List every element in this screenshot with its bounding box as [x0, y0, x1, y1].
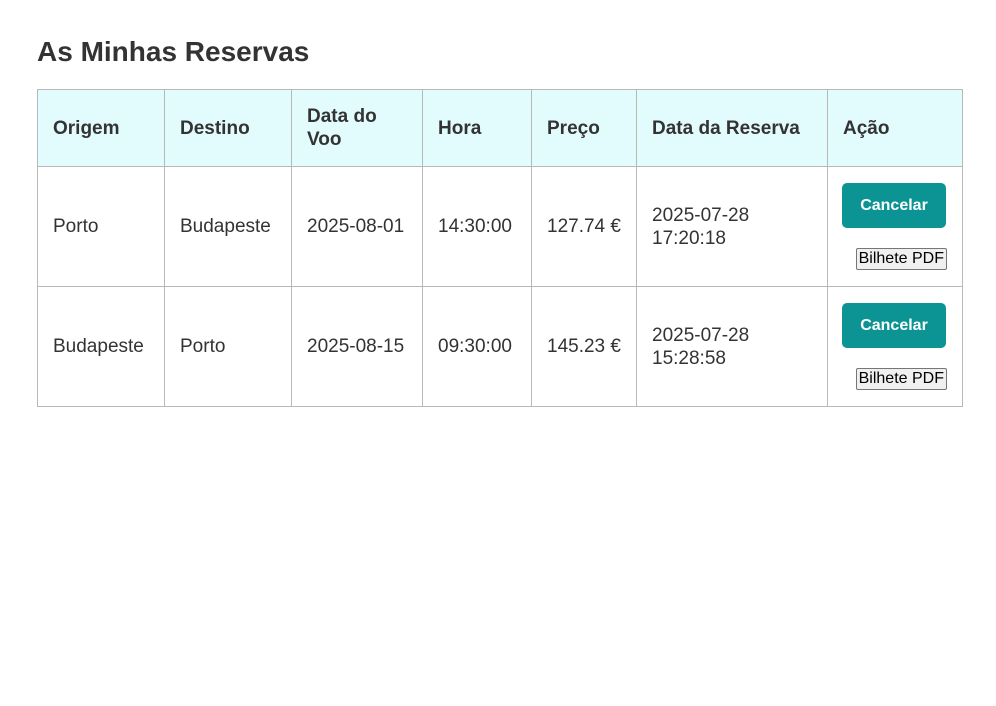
cell-data-voo: 2025-08-15: [291, 286, 423, 407]
table-body: Porto Budapeste 2025-08-01 14:30:00 127.…: [37, 166, 963, 407]
table-header: Origem Destino Data do Voo Hora Preço Da…: [37, 89, 963, 167]
column-header-origem: Origem: [37, 89, 165, 167]
cell-preco: 127.74 €: [531, 166, 637, 287]
column-header-data-reserva: Data da Reserva: [636, 89, 828, 167]
column-header-acao: Ação: [827, 89, 963, 167]
cell-data-reserva: 2025-07-28 15:28:58: [636, 286, 828, 407]
cell-preco: 145.23 €: [531, 286, 637, 407]
cancel-button[interactable]: Cancelar: [842, 183, 946, 228]
reservations-table: Origem Destino Data do Voo Hora Preço Da…: [37, 89, 963, 407]
action-group: Cancelar Bilhete PDF: [842, 303, 947, 390]
table-row: Porto Budapeste 2025-08-01 14:30:00 127.…: [37, 166, 963, 287]
table-header-row: Origem Destino Data do Voo Hora Preço Da…: [37, 89, 963, 167]
pdf-ticket-button[interactable]: Bilhete PDF: [855, 248, 947, 270]
cell-destino: Budapeste: [164, 166, 292, 287]
cancel-button[interactable]: Cancelar: [842, 303, 946, 348]
cell-hora: 14:30:00: [422, 166, 532, 287]
cell-destino: Porto: [164, 286, 292, 407]
cell-data-reserva: 2025-07-28 17:20:18: [636, 166, 828, 287]
pdf-ticket-button[interactable]: Bilhete PDF: [855, 368, 947, 390]
column-header-destino: Destino: [164, 89, 292, 167]
cell-data-voo: 2025-08-01: [291, 166, 423, 287]
cell-acao: Cancelar Bilhete PDF: [827, 286, 963, 407]
column-header-preco: Preço: [531, 89, 637, 167]
column-header-data-voo: Data do Voo: [291, 89, 423, 167]
page-title: As Minhas Reservas: [37, 36, 310, 67]
cell-origem: Budapeste: [37, 286, 165, 407]
table-row: Budapeste Porto 2025-08-15 09:30:00 145.…: [37, 286, 963, 407]
cell-origem: Porto: [37, 166, 165, 287]
cell-acao: Cancelar Bilhete PDF: [827, 166, 963, 287]
page: As Minhas Reservas Origem Destino Data d…: [0, 0, 996, 706]
column-header-hora: Hora: [422, 89, 532, 167]
cell-hora: 09:30:00: [422, 286, 532, 407]
action-group: Cancelar Bilhete PDF: [842, 183, 947, 270]
